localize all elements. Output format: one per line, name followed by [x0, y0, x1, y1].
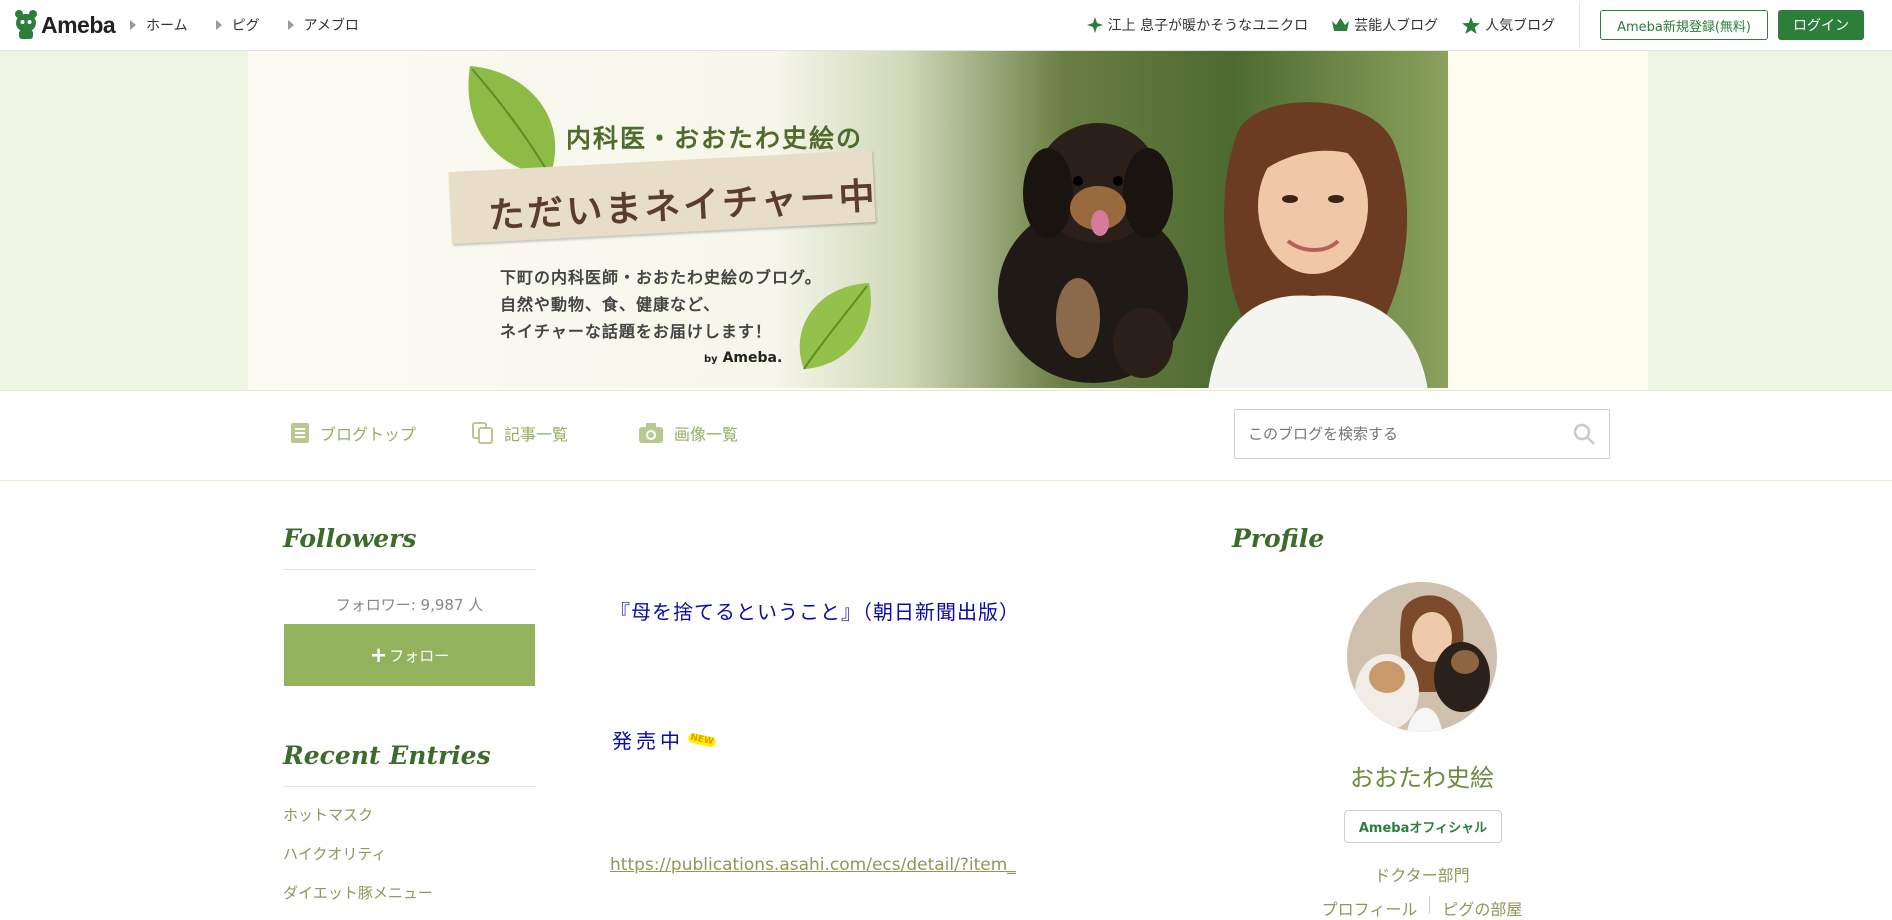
followers-heading: Followers — [283, 524, 417, 553]
nav-ameblo-label: アメブロ — [303, 18, 359, 34]
list-icon — [291, 423, 309, 443]
sparkle-icon — [1086, 17, 1103, 33]
follow-button-label: フォロー — [389, 646, 450, 665]
ameba-logo[interactable]: Ameba — [14, 8, 116, 42]
global-nav: ホーム ピグ アメブロ — [130, 0, 387, 50]
banner-brand: Ameba. — [722, 350, 783, 366]
celebrity-blog-label: 芸能人ブログ — [1354, 18, 1439, 34]
on-sale-text: 発売中 — [612, 729, 684, 753]
triangle-icon — [215, 20, 222, 30]
blog-search-input[interactable] — [1246, 424, 1550, 444]
ameba-mascot-icon — [15, 10, 37, 39]
blog-nav-bar: ブログトップ 記事一覧 画像一覧 — [0, 390, 1892, 481]
popular-blog-label: 人気ブログ — [1485, 18, 1556, 34]
woman-photo — [1208, 102, 1428, 388]
global-header: Ameba ホーム ピグ アメブロ 江上 息子が暖かそうなユニクロ 芸能人ブログ… — [0, 0, 1892, 51]
nav-blog-top[interactable]: ブログトップ — [290, 421, 416, 445]
banner-by-text: by — [704, 354, 718, 365]
banner-desc-line: 自然や動物、食、健康など、 — [500, 295, 721, 314]
profile-heading: Profile — [1232, 524, 1325, 553]
nav-ameblo[interactable]: アメブロ — [287, 15, 359, 35]
star-icon — [1462, 16, 1481, 34]
profile-links: プロフィール ピグの部屋 — [1232, 896, 1612, 920]
crown-icon — [1332, 18, 1350, 31]
profile-name[interactable]: おおたわ史絵 — [1232, 758, 1612, 793]
nav-pigg[interactable]: ピグ — [215, 15, 260, 35]
banner-subtitle: 内科医・おおたわ史絵の — [566, 124, 864, 153]
trending-topic-link[interactable]: 江上 息子が暖かそうなユニクロ — [1086, 15, 1309, 35]
blog-header-banner[interactable]: 内科医・おおたわ史絵の ただいまネイチャー中 下町の内科医師・おおたわ史絵のブロ… — [248, 51, 1448, 388]
blog-search-box — [1234, 409, 1610, 459]
banner-description: 下町の内科医師・おおたわ史絵のブログ。 自然や動物、食、健康など、 ネイチャーな… — [500, 264, 822, 345]
triangle-icon — [130, 20, 136, 30]
nav-entry-list-label: 記事一覧 — [504, 425, 569, 444]
search-icon[interactable] — [1573, 423, 1595, 445]
profile-photo — [1347, 582, 1497, 732]
trending-topic-label: 江上 息子が暖かそうなユニクロ — [1107, 18, 1309, 34]
avatar[interactable] — [1347, 582, 1497, 732]
entry-on-sale: 発売中 NEW — [612, 725, 717, 754]
popular-blog-link[interactable]: 人気ブログ — [1462, 15, 1555, 35]
dog-photo — [998, 123, 1188, 383]
nav-home[interactable]: ホーム — [130, 15, 188, 35]
banner-desc-line: ネイチャーな話題をお届けします！ — [500, 322, 772, 341]
entry-book-title: 『母を捨てるということ』（朝日新聞出版） — [610, 600, 1020, 624]
header-divider — [1579, 3, 1581, 47]
profile-link[interactable]: プロフィール — [1310, 896, 1430, 920]
recent-entry-link[interactable]: ハイクオリティ — [283, 843, 387, 864]
category-link[interactable]: ドクター部門 — [1232, 862, 1612, 886]
nav-blog-top-label: ブログトップ — [320, 425, 417, 444]
logo-text: Ameba — [41, 11, 116, 38]
recent-entry-link[interactable]: ダイエット豚メニュー — [283, 882, 433, 903]
banner-desc-line: 下町の内科医師・おおたわ史絵のブログ。 — [500, 268, 822, 287]
nav-pigg-label: ピグ — [231, 18, 260, 34]
divider — [283, 569, 536, 570]
pigg-room-link[interactable]: ピグの部屋 — [1430, 896, 1534, 920]
nav-home-label: ホーム — [146, 18, 188, 34]
camera-icon — [639, 423, 663, 443]
follow-button[interactable]: + フォロー — [284, 624, 535, 686]
recent-entry-link[interactable]: ホットマスク — [283, 804, 373, 825]
triangle-icon — [287, 20, 294, 30]
recent-entries-heading: Recent Entries — [283, 741, 491, 770]
celebrity-blog-link[interactable]: 芸能人ブログ — [1332, 15, 1438, 35]
register-button[interactable]: Ameba新規登録(無料) — [1600, 10, 1768, 40]
banner-by-ameba: by Ameba. — [704, 350, 782, 366]
nav-image-list-label: 画像一覧 — [674, 425, 739, 444]
publication-link[interactable]: https://publications.asahi.com/ecs/detai… — [610, 855, 1016, 875]
header-right: 江上 息子が暖かそうなユニクロ 芸能人ブログ 人気ブログ Ameba新規登録(無… — [1086, 0, 1892, 50]
leaf-icon — [468, 66, 556, 177]
nav-image-list[interactable]: 画像一覧 — [638, 421, 738, 445]
login-button[interactable]: ログイン — [1778, 10, 1864, 40]
plus-icon: + — [369, 643, 388, 667]
ameba-official-badge[interactable]: Amebaオフィシャル — [1344, 810, 1502, 843]
new-badge: NEW — [687, 731, 717, 748]
copy-icon — [472, 422, 493, 444]
divider — [283, 786, 536, 787]
nav-entry-list[interactable]: 記事一覧 — [472, 421, 568, 445]
follower-count: フォロワー: 9,987 人 — [335, 596, 484, 614]
